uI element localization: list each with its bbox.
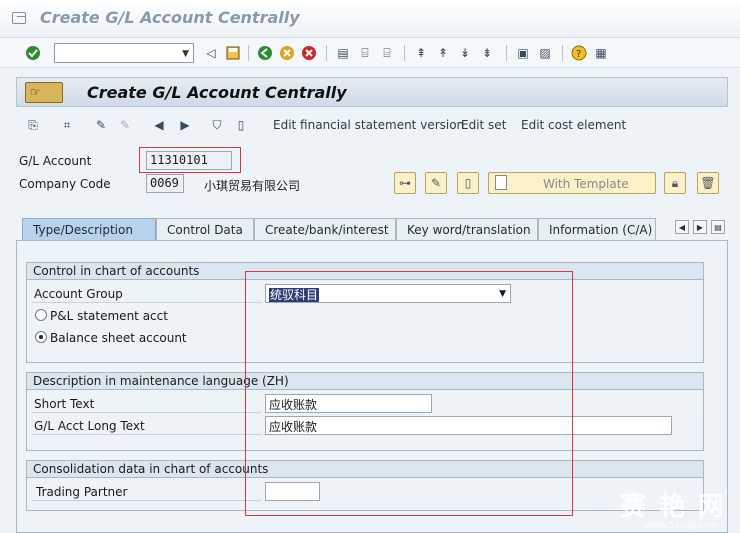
tab-label: Type/Description (33, 223, 133, 237)
chevron-down-icon[interactable]: ▼ (182, 49, 189, 59)
find-next-icon[interactable]: ⌸ (378, 44, 396, 62)
save-icon[interactable] (224, 44, 242, 62)
pl-statement-radio[interactable] (35, 309, 47, 321)
blank-page-icon: ▯ (464, 176, 472, 190)
edit-cost-element-button[interactable]: Edit cost element (521, 118, 626, 132)
display-change-icon[interactable]: ⎘ (24, 116, 42, 134)
company-name: 小琪贸易有限公司 (204, 179, 301, 193)
page-icon (495, 175, 507, 190)
tab-information-ca[interactable]: Information (C/A) (538, 218, 656, 240)
first-page-icon[interactable]: ⇞ (412, 44, 430, 62)
trading-partner-label: Trading Partner (36, 485, 128, 499)
tab-control-data[interactable]: Control Data (156, 218, 254, 240)
tab-scroll-left-icon[interactable]: ◀ (675, 220, 689, 234)
window-menu-icon[interactable] (12, 12, 26, 24)
next-page-icon[interactable]: ↡ (456, 44, 474, 62)
balance-sheet-radio[interactable] (35, 331, 47, 343)
command-field[interactable]: ▼ (54, 43, 194, 63)
long-text-label: G/L Acct Long Text (34, 419, 145, 433)
print-icon[interactable]: ▤ (334, 44, 352, 62)
hierarchy-icon[interactable]: ⌗ (58, 116, 76, 134)
help-icon[interactable]: ? (570, 44, 588, 62)
layout-menu-icon[interactable]: ▦ (592, 44, 610, 62)
tab-key-word-translation[interactable]: Key word/translation (396, 218, 538, 240)
short-text-label: Short Text (34, 397, 95, 411)
company-code-field[interactable]: 0069 (146, 174, 184, 193)
last-page-icon[interactable]: ⇟ (478, 44, 496, 62)
svg-text:?: ? (576, 49, 581, 60)
tab-type-description[interactable]: Type/Description (22, 218, 156, 240)
tab-create-bank-interest[interactable]: Create/bank/interest (254, 218, 396, 240)
tab-label: Information (C/A) (549, 223, 653, 237)
screen-header: ☞ Create G/L Account Centrally (16, 77, 728, 107)
highlight-gl-account (139, 147, 241, 173)
trash-icon: 🗑︎ (700, 176, 716, 190)
tab-scroll-right-icon[interactable]: ▶ (693, 220, 707, 234)
gl-account-label: G/L Account (19, 154, 92, 168)
previous-page-icon[interactable]: ↟ (434, 44, 452, 62)
edit-fs-version-button[interactable]: Edit financial statement version (273, 118, 464, 132)
where-used-icon[interactable]: ⛉ (208, 116, 226, 134)
exit-icon[interactable] (278, 44, 296, 62)
create-button[interactable]: ▯ (457, 172, 479, 194)
lock-button[interactable]: 🔒︎ (664, 172, 686, 194)
create-session-icon[interactable]: ▣ (514, 44, 532, 62)
edit-glasses-icon[interactable]: ✎ (92, 116, 110, 134)
pencil-icon: ✎ (430, 176, 442, 190)
edit-disabled-icon[interactable]: ✎ (116, 116, 134, 134)
back-icon[interactable] (256, 44, 274, 62)
next-entry-icon[interactable]: ▶ (176, 116, 194, 134)
tab-label: Key word/translation (407, 223, 531, 237)
tab-label: Control Data (167, 223, 243, 237)
shortcut-icon[interactable]: ▨ (536, 44, 554, 62)
cancel-icon[interactable] (300, 44, 318, 62)
lock-icon: 🔒︎ (671, 175, 679, 190)
with-template-button[interactable]: With Template (488, 172, 656, 194)
application-toolbar: ⎘ ⌗ ✎ ✎ ◀ ▶ ⛉ ▯ Edit financial statement… (16, 110, 728, 140)
standard-toolbar: ▼ ◁ ▤ ⌸ ⌸ ⇞ ↟ ↡ ⇟ ▣ ▨ ? ▦ (0, 38, 740, 68)
expand-icon: ☞ (30, 85, 41, 99)
window-title-bar: Create G/L Account Centrally (0, 0, 740, 38)
highlight-input-area (245, 271, 573, 516)
glasses-button[interactable]: ⊶ (394, 172, 416, 194)
company-code-label: Company Code (19, 177, 111, 191)
delete-button[interactable]: 🗑︎ (697, 172, 719, 194)
tab-label: Create/bank/interest (265, 223, 389, 237)
watermark: 赛 艳 网 (619, 492, 726, 522)
menu-expand-button[interactable]: ☞ (25, 82, 63, 103)
with-template-label: With Template (543, 177, 629, 191)
pl-statement-label: P&L statement acct (50, 309, 168, 323)
account-group-label: Account Group (34, 287, 123, 301)
window-title: Create G/L Account Centrally (40, 8, 300, 27)
find-icon[interactable]: ⌸ (356, 44, 374, 62)
page-title: Create G/L Account Centrally (87, 83, 347, 102)
display-icon: ⊶ (399, 176, 411, 190)
tab-list-icon[interactable]: ▤ (711, 220, 725, 234)
back-arrow-icon[interactable]: ◁ (202, 44, 220, 62)
watermark-url: www.51sap.com (644, 521, 718, 531)
edit-set-button[interactable]: Edit set (461, 118, 506, 132)
balance-sheet-label: Balance sheet account (50, 331, 187, 345)
previous-entry-icon[interactable]: ◀ (150, 116, 168, 134)
edit-button[interactable]: ✎ (425, 172, 447, 194)
enter-icon[interactable] (24, 44, 42, 62)
document-icon[interactable]: ▯ (232, 116, 250, 134)
